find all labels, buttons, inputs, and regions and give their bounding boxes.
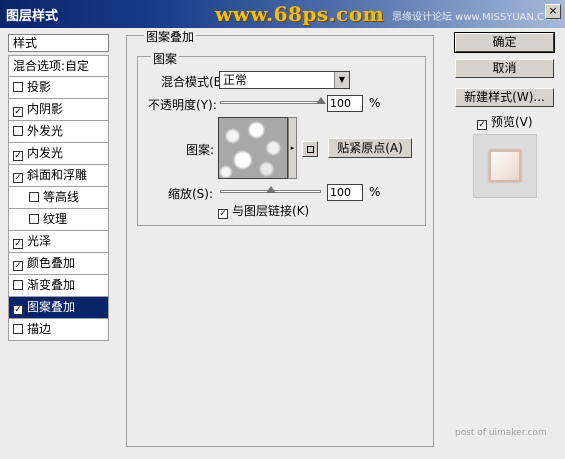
window-title: 图层样式 — [6, 9, 59, 24]
ok-button[interactable]: 确定 — [454, 32, 555, 53]
preview-swatch — [489, 150, 521, 182]
sidebar-item[interactable]: 混合选项:自定 — [8, 55, 109, 77]
checkbox-icon[interactable] — [29, 192, 39, 202]
pattern-picker-arrow-icon[interactable]: ▸ — [288, 117, 297, 179]
sidebar-item[interactable]: 投影 — [8, 77, 109, 99]
sidebar-item-label: 内阴影 — [27, 102, 64, 116]
preview-checkbox[interactable]: ✓ 预览(V) — [477, 113, 533, 130]
style-preview — [473, 134, 537, 198]
opacity-label: 不透明度(Y): — [148, 98, 217, 112]
sidebar-item[interactable]: 等高线 — [8, 187, 109, 209]
sidebar-item-label: 纹理 — [43, 212, 68, 226]
sidebar-item[interactable]: ✓ 内发光 — [8, 143, 109, 165]
sidebar-item[interactable]: 描边 — [8, 319, 109, 341]
check-icon[interactable]: ✓ — [13, 107, 23, 117]
cancel-button[interactable]: 取消 — [455, 59, 554, 78]
scale-label: 缩放(S): — [168, 187, 214, 201]
sidebar-item[interactable]: ✓ 斜面和浮雕 — [8, 165, 109, 187]
chevron-down-icon: ▼ — [334, 72, 349, 88]
watermark-logo: www.68ps.com — [215, 2, 385, 26]
check-icon[interactable]: ✓ — [13, 305, 23, 315]
sidebar-item-label: 颜色叠加 — [27, 256, 76, 270]
opacity-input[interactable]: 100 — [327, 95, 363, 112]
styles-header[interactable]: 样式 — [8, 34, 109, 52]
check-icon: ✓ — [477, 120, 487, 130]
sidebar-item-label: 图案叠加 — [27, 300, 76, 314]
title-bar: 图层样式 www.68ps.com 思缘设计论坛 www.MISSYUAN.CO… — [0, 0, 565, 28]
styles-list: 混合选项:自定投影 ✓ 内阴影外发光 ✓ 内发光 ✓ 斜面和浮雕等高线纹理 ✓ 光泽 ✓ 颜色叠加渐… — [8, 55, 109, 341]
opacity-slider-track[interactable] — [220, 101, 321, 104]
sidebar-item[interactable]: 外发光 — [8, 121, 109, 143]
close-icon: × — [548, 4, 558, 17]
scale-unit: % — [369, 185, 381, 199]
sidebar-item[interactable]: ✓ 图案叠加 — [8, 297, 109, 319]
pattern-swatch[interactable] — [218, 117, 288, 179]
footer-watermark: post of uimaker.com — [455, 428, 547, 438]
watermark-site-text: 思缘设计论坛 www.MISSYUAN.COM — [392, 12, 561, 23]
sidebar-item-label: 描边 — [27, 322, 52, 336]
check-icon[interactable]: ✓ — [13, 151, 23, 161]
sidebar-item[interactable]: ✓ 光泽 — [8, 231, 109, 253]
check-icon: ✓ — [218, 209, 228, 219]
blend-mode-select[interactable]: 正常 ▼ — [219, 71, 350, 89]
sidebar-item-label: 投影 — [27, 80, 52, 94]
check-icon[interactable]: ✓ — [13, 261, 23, 271]
sidebar-item-label: 外发光 — [27, 124, 64, 138]
checkbox-icon[interactable] — [13, 280, 23, 290]
pattern-label: 图案: — [186, 143, 215, 157]
preview-label: 预览(V) — [491, 115, 533, 129]
scale-input[interactable]: 100 — [327, 184, 363, 201]
sidebar-item-label: 斜面和浮雕 — [27, 168, 88, 182]
checkbox-icon[interactable] — [13, 126, 23, 136]
checkbox-icon[interactable] — [13, 324, 23, 334]
sidebar-item[interactable]: ✓ 颜色叠加 — [8, 253, 109, 275]
sidebar-item-label: 光泽 — [27, 234, 52, 248]
new-style-button[interactable]: 新建样式(W)... — [455, 88, 554, 107]
close-button[interactable]: × — [545, 4, 561, 19]
blend-mode-value: 正常 — [223, 73, 248, 87]
checkbox-icon[interactable] — [13, 82, 23, 92]
opacity-unit: % — [369, 96, 381, 110]
sidebar-item-label: 等高线 — [43, 190, 80, 204]
sidebar-item-label: 内发光 — [27, 146, 64, 160]
check-icon[interactable]: ✓ — [13, 239, 23, 249]
snap-to-origin-button[interactable]: 贴紧原点(A) — [328, 138, 412, 158]
link-with-layer-checkbox[interactable]: ✓ 与图层链接(K) — [218, 202, 309, 219]
new-preset-from-pattern-button[interactable] — [302, 141, 318, 157]
checkbox-icon[interactable] — [29, 214, 39, 224]
sidebar-item-label: 混合选项:自定 — [13, 59, 90, 73]
styles-sidebar: 样式 混合选项:自定投影 ✓ 内阴影外发光 ✓ 内发光 ✓ 斜面和浮雕等高线纹理 ✓ 光泽 ✓ 颜色… — [8, 34, 109, 344]
sidebar-item[interactable]: 渐变叠加 — [8, 275, 109, 297]
scale-slider-thumb[interactable] — [265, 186, 276, 193]
link-with-layer-label: 与图层链接(K) — [232, 204, 310, 218]
sidebar-item-label: 渐变叠加 — [27, 278, 76, 292]
sidebar-item[interactable]: 纹理 — [8, 209, 109, 231]
opacity-slider-thumb[interactable] — [316, 97, 326, 104]
group-title: 图案叠加 — [144, 28, 197, 45]
subgroup-title: 图案 — [151, 50, 180, 67]
sidebar-item[interactable]: ✓ 内阴影 — [8, 99, 109, 121]
check-icon[interactable]: ✓ — [13, 173, 23, 183]
